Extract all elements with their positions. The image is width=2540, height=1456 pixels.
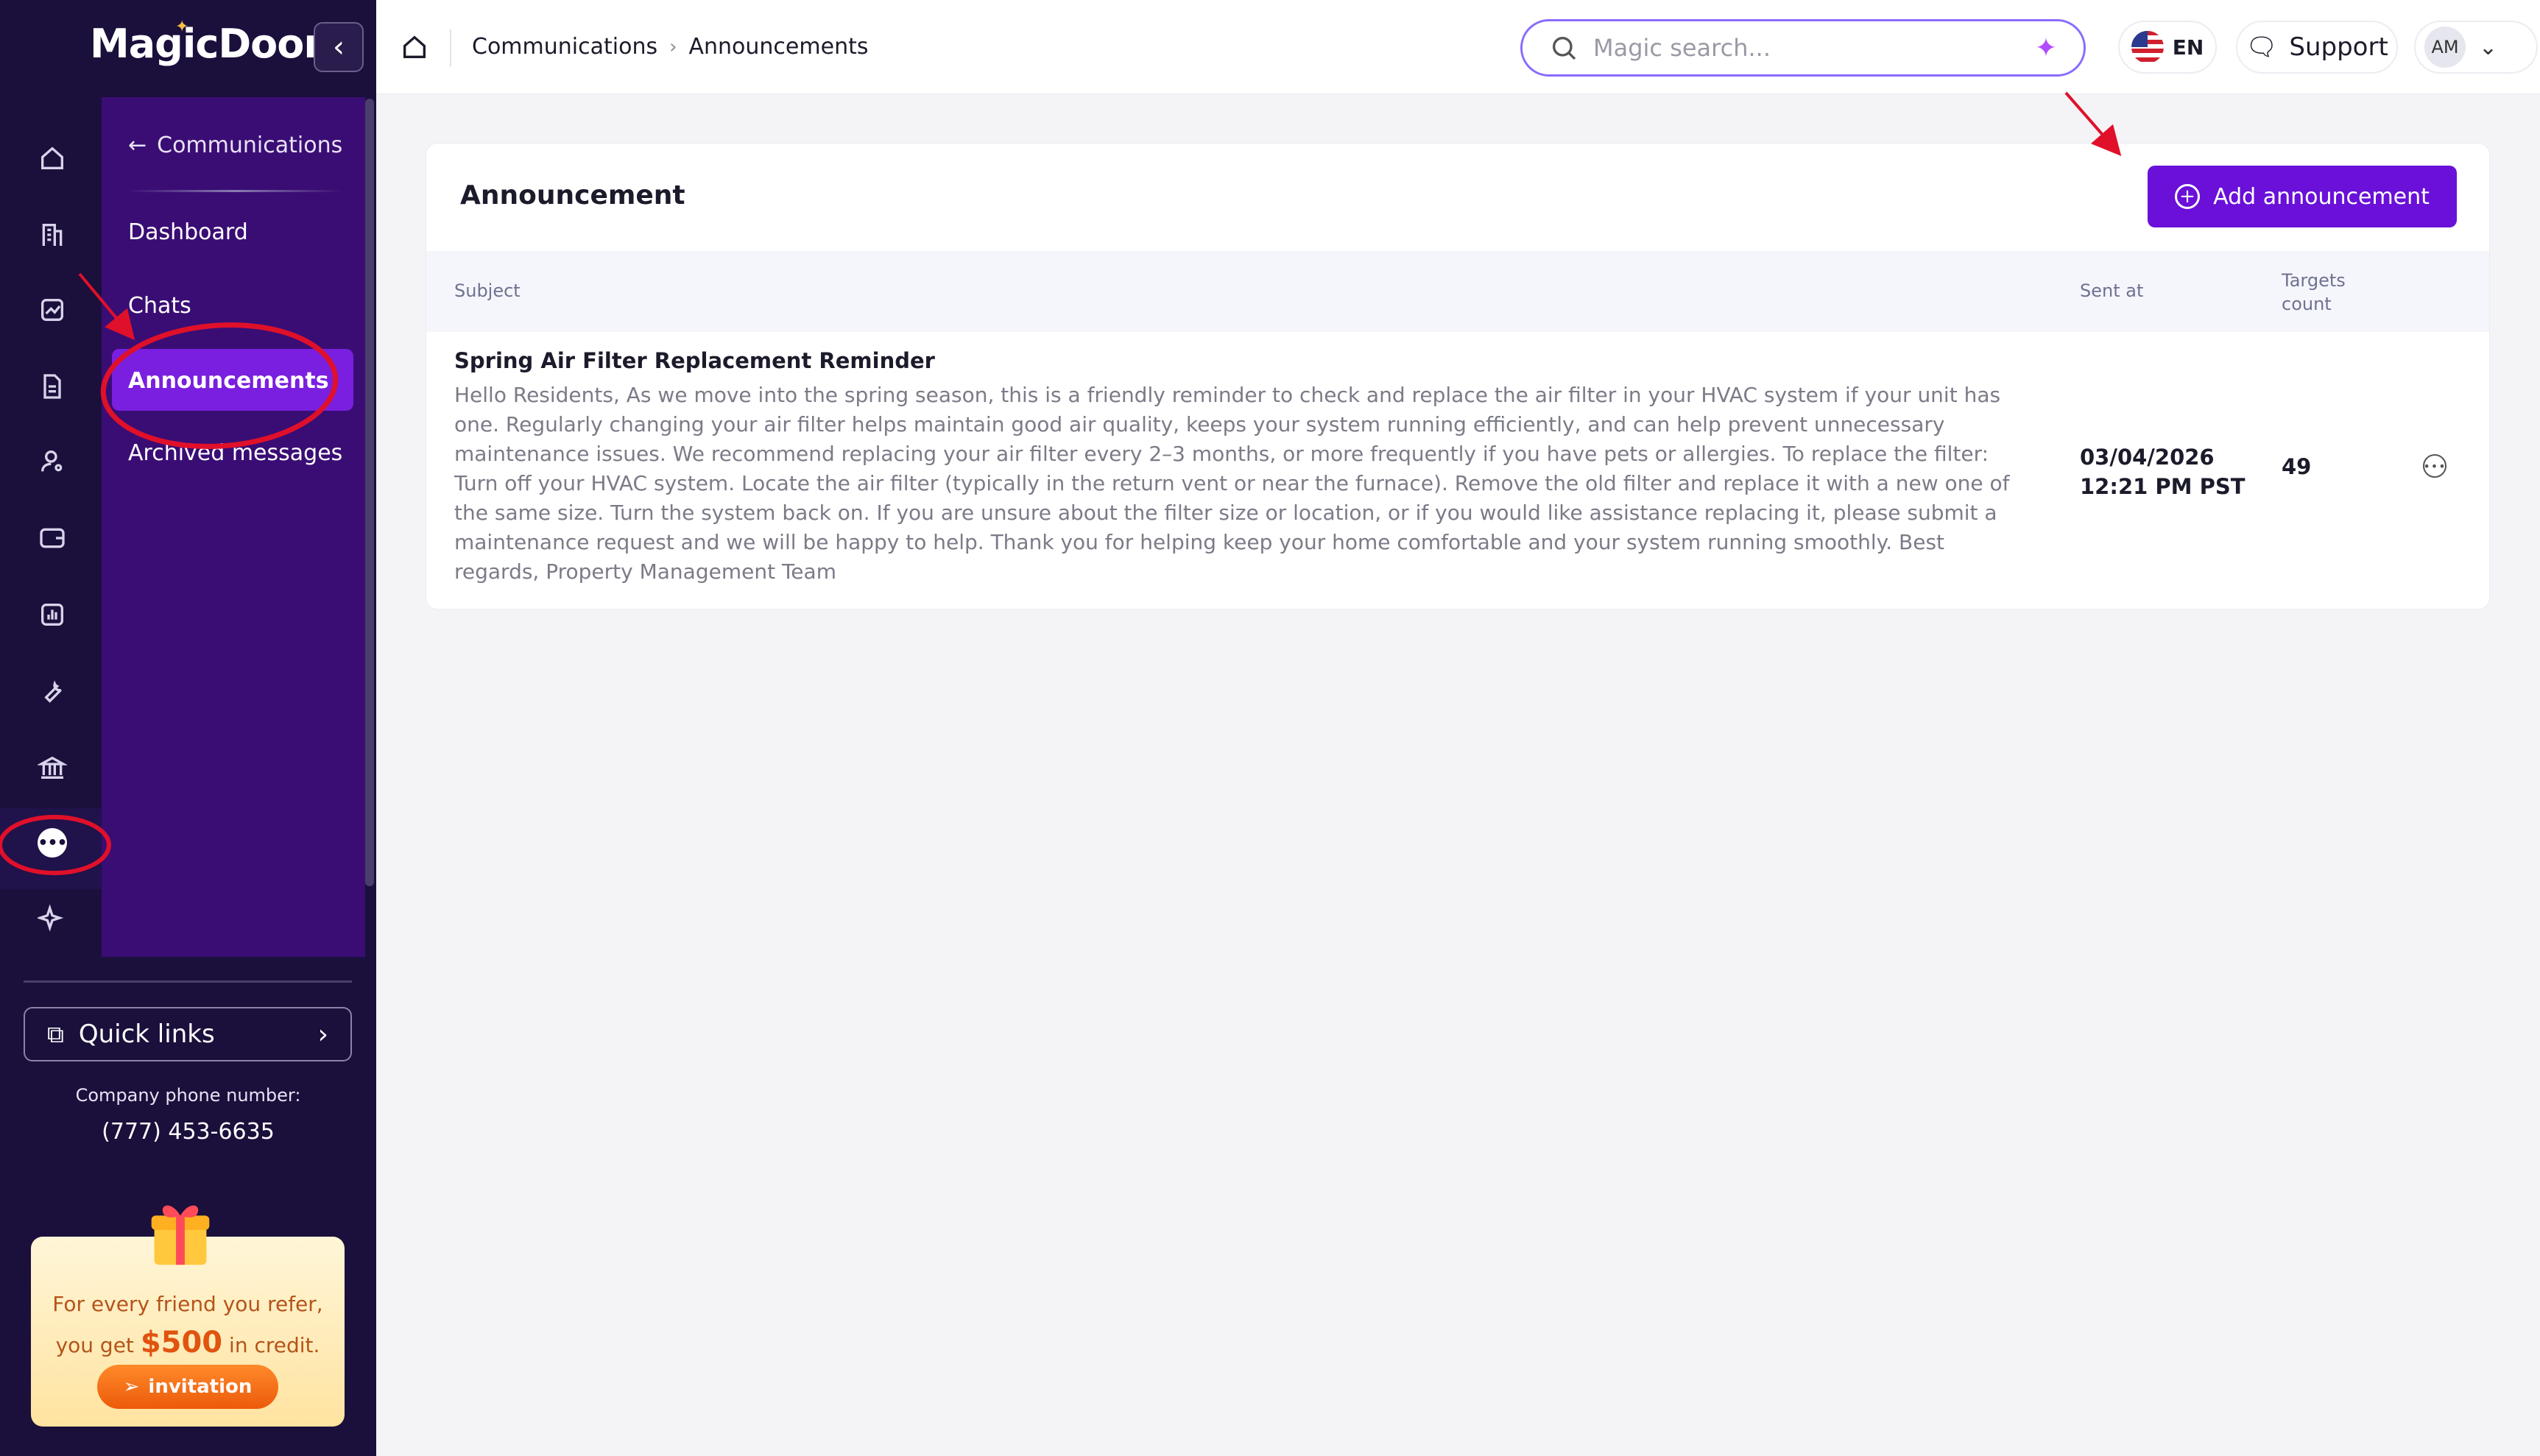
company-phone-number: (777) 453-6635 (102, 1119, 275, 1145)
add-announcement-label: Add announcement (2213, 183, 2430, 210)
table-row[interactable]: Spring Air Filter Replacement Reminder H… (426, 332, 2489, 609)
plus-circle-icon: + (2175, 184, 2201, 209)
chat-bubble-icon: 🗨 (2246, 32, 2278, 62)
column-header-sent-at[interactable]: Sent at (2080, 280, 2143, 301)
chevron-right-icon: › (669, 35, 677, 58)
building-icon[interactable] (34, 216, 71, 253)
quick-links-button[interactable]: ⧉ Quick links › (24, 1007, 352, 1061)
more-options-icon[interactable]: ••• (2423, 454, 2446, 478)
send-icon: ➢ (123, 1376, 140, 1398)
announcement-subject: Spring Air Filter Replacement Reminder (454, 348, 935, 373)
targets-header-line-2: count (2282, 294, 2332, 314)
page-title: Announcement (460, 180, 685, 211)
support-button[interactable]: 🗨 Support (2236, 21, 2398, 74)
topbar-divider (450, 29, 451, 66)
wallet-icon[interactable] (34, 520, 71, 556)
user-menu[interactable]: AM ⌄ (2414, 21, 2538, 74)
subnav-item-archived-messages[interactable]: Archived messages (128, 440, 342, 466)
back-link-label: Communications (157, 132, 343, 158)
home-icon[interactable] (34, 140, 71, 177)
language-selector[interactable]: EN (2118, 21, 2217, 74)
user-key-icon[interactable] (34, 443, 71, 480)
support-label: Support (2289, 32, 2388, 62)
sidebar-scrollbar[interactable] (365, 99, 374, 886)
communications-subnav: ← Communications Dashboard Chats Announc… (102, 97, 365, 957)
announcement-body: Hello Residents, As we move into the spr… (454, 383, 2010, 584)
report-icon[interactable] (34, 596, 71, 633)
breadcrumb-communications[interactable]: Communications (472, 34, 657, 60)
sidebar-divider (24, 980, 352, 983)
magic-sparkle-icon[interactable]: ✦ (2035, 33, 2057, 63)
avatar: AM (2424, 26, 2466, 68)
subnav-item-dashboard[interactable]: Dashboard (128, 219, 248, 245)
promo-line-2: you get $500 in credit. (31, 1324, 345, 1365)
document-icon[interactable] (34, 368, 71, 405)
column-header-subject[interactable]: Subject (454, 280, 521, 301)
gift-box-icon (151, 1205, 210, 1265)
subnav-item-chats[interactable]: Chats (128, 293, 191, 319)
app-logo[interactable]: MagicDoor ✦ (90, 18, 323, 67)
chevron-right-icon: › (317, 1019, 328, 1050)
table-header: Subject Sent at Targets count (426, 251, 2489, 332)
promo-suffix: in credit. (229, 1333, 320, 1357)
promo-text: For every friend you refer, you get $500… (31, 1285, 345, 1365)
magic-search-bar[interactable]: ✦ (1520, 19, 2086, 77)
promo-amount: $500 (140, 1326, 223, 1360)
column-header-targets-count[interactable]: Targets count (2282, 269, 2346, 316)
back-to-communications-link[interactable]: ← Communications (128, 132, 342, 158)
wrench-icon[interactable] (34, 673, 71, 710)
announcement-card: Announcement + Add announcement Subject … (426, 143, 2490, 609)
chevron-down-icon: ⌄ (2479, 34, 2498, 60)
chat-icon[interactable]: ••• (38, 828, 68, 858)
top-bar: Communications › Announcements ✦ EN 🗨 Su… (376, 0, 2540, 94)
subnav-item-announcements[interactable]: Announcements (112, 349, 353, 411)
add-announcement-button[interactable]: + Add announcement (2148, 166, 2457, 227)
logo-sparkle-icon: ✦ (175, 18, 188, 36)
breadcrumb-announcements: Announcements (688, 34, 869, 60)
chart-icon[interactable] (34, 291, 71, 328)
breadcrumb: Communications › Announcements (472, 34, 868, 60)
sidebar: MagicDoor ✦ ‹ ••• ← Communications Dashb… (0, 0, 376, 1456)
app-logo-text: MagicDoor (90, 21, 323, 67)
arrow-left-icon: ← (128, 132, 147, 158)
sent-at: 03/04/2026 12:21 PM PST (2080, 442, 2246, 501)
promo-prefix: you get (55, 1333, 134, 1357)
sparkle-icon[interactable] (34, 900, 71, 936)
targets-count: 49 (2282, 454, 2312, 479)
sent-time: 12:21 PM PST (2080, 474, 2246, 499)
external-link-icon: ⧉ (47, 1019, 64, 1048)
search-icon (1553, 37, 1576, 60)
icon-rail: ••• (0, 118, 102, 957)
invitation-button[interactable]: ➢ invitation (97, 1365, 278, 1409)
collapse-sidebar-button[interactable]: ‹ (314, 22, 364, 72)
company-phone-label: Company phone number: (75, 1085, 301, 1106)
quick-links-label: Quick links (78, 1019, 215, 1049)
promo-line-1: For every friend you refer, (52, 1292, 323, 1316)
invitation-label: invitation (148, 1376, 253, 1398)
language-code: EN (2172, 35, 2204, 60)
home-breadcrumb-icon[interactable] (400, 32, 429, 62)
bank-icon[interactable] (34, 749, 71, 786)
us-flag-icon (2131, 31, 2164, 63)
search-input[interactable] (1593, 34, 2035, 62)
targets-header-line-1: Targets (2282, 270, 2346, 291)
subnav-divider (128, 190, 342, 192)
sent-date: 03/04/2026 (2080, 445, 2215, 470)
